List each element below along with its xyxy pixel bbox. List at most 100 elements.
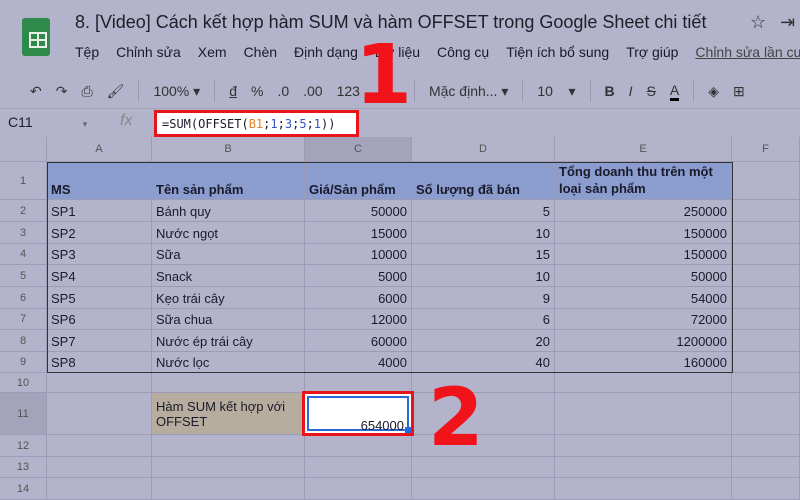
empty-cell[interactable] xyxy=(732,393,800,435)
strikethrough-button[interactable]: S xyxy=(647,83,656,99)
print-icon[interactable]: ⎙ xyxy=(81,83,92,100)
undo-icon[interactable]: ↶ xyxy=(30,83,42,100)
empty-cell[interactable] xyxy=(305,373,412,393)
text-color-button[interactable]: A xyxy=(669,82,680,101)
empty-cell[interactable] xyxy=(47,435,152,457)
data-cell[interactable]: SP6 xyxy=(47,309,152,330)
row-header[interactable]: 12 xyxy=(0,435,47,457)
column-header[interactable]: E xyxy=(555,137,732,162)
google-sheets-logo-icon[interactable] xyxy=(22,18,50,56)
data-cell[interactable]: 150000 xyxy=(555,222,732,244)
data-cell[interactable]: 60000 xyxy=(305,330,412,352)
empty-cell[interactable] xyxy=(555,373,732,393)
data-cell[interactable]: 160000 xyxy=(555,352,732,373)
data-cell[interactable]: SP2 xyxy=(47,222,152,244)
empty-cell[interactable] xyxy=(152,457,305,478)
font-size-select[interactable]: 10 ▾ xyxy=(537,83,575,100)
menu-tools[interactable]: Công cụ xyxy=(437,44,489,60)
empty-cell[interactable] xyxy=(555,435,732,457)
column-header[interactable]: B xyxy=(152,137,305,162)
row-header[interactable]: 13 xyxy=(0,457,47,478)
redo-icon[interactable]: ↷ xyxy=(56,83,68,100)
data-cell[interactable]: SP7 xyxy=(47,330,152,352)
row-header[interactable]: 11 xyxy=(0,393,47,435)
row-header[interactable]: 2 xyxy=(0,200,47,222)
header-cell[interactable]: Tên sản phẩm xyxy=(152,162,305,200)
data-cell[interactable]: Nước lọc xyxy=(152,352,305,373)
empty-cell[interactable] xyxy=(47,478,152,500)
menu-format[interactable]: Định dạng xyxy=(294,44,358,60)
data-cell[interactable]: 1200000 xyxy=(555,330,732,352)
data-cell[interactable]: 4000 xyxy=(305,352,412,373)
empty-cell[interactable] xyxy=(732,435,800,457)
zoom-select[interactable]: 100% ▾ xyxy=(153,83,200,100)
empty-cell[interactable] xyxy=(555,457,732,478)
data-cell[interactable]: Snack xyxy=(152,265,305,287)
empty-cell[interactable] xyxy=(305,435,412,457)
row-header[interactable]: 14 xyxy=(0,478,47,500)
column-header[interactable]: F xyxy=(732,137,800,162)
data-cell[interactable]: 20 xyxy=(412,330,555,352)
decrease-decimal-button[interactable]: .0 xyxy=(277,83,289,99)
empty-cell[interactable] xyxy=(152,435,305,457)
row-header[interactable]: 9 xyxy=(0,352,47,373)
data-cell[interactable]: 9 xyxy=(412,287,555,309)
data-cell[interactable]: 15000 xyxy=(305,222,412,244)
empty-cell[interactable] xyxy=(412,478,555,500)
data-cell[interactable]: Kẹo trái cây xyxy=(152,287,305,309)
data-cell[interactable]: 150000 xyxy=(555,244,732,265)
data-cell[interactable]: 5000 xyxy=(305,265,412,287)
empty-cell[interactable] xyxy=(47,373,152,393)
empty-cell[interactable] xyxy=(47,393,152,435)
empty-cell[interactable] xyxy=(732,244,800,265)
borders-icon[interactable]: ⊞ xyxy=(733,83,745,100)
italic-button[interactable]: I xyxy=(629,83,633,99)
paint-format-icon[interactable]: 🖌 xyxy=(107,83,125,100)
header-cell[interactable]: Tổng doanh thu trên một loại sản phẩm xyxy=(555,162,732,200)
data-cell[interactable]: 10 xyxy=(412,265,555,287)
empty-cell[interactable] xyxy=(305,478,412,500)
data-cell[interactable]: 50000 xyxy=(555,265,732,287)
formula-input[interactable]: =SUM(OFFSET(B1;1;3;5;1)) xyxy=(154,110,359,137)
data-cell[interactable]: 72000 xyxy=(555,309,732,330)
empty-cell[interactable] xyxy=(47,457,152,478)
percent-button[interactable]: % xyxy=(251,83,263,99)
star-icon[interactable]: ☆ xyxy=(750,12,766,33)
menu-addons[interactable]: Tiện ích bổ sung xyxy=(506,44,609,60)
empty-cell[interactable] xyxy=(152,478,305,500)
data-cell[interactable]: 10000 xyxy=(305,244,412,265)
empty-cell[interactable] xyxy=(152,373,305,393)
row-header[interactable]: 6 xyxy=(0,287,47,309)
select-all-corner[interactable] xyxy=(0,137,47,162)
name-box[interactable]: C11 ▾ xyxy=(8,114,87,130)
data-cell[interactable]: SP4 xyxy=(47,265,152,287)
column-header[interactable]: D xyxy=(412,137,555,162)
menu-help[interactable]: Trợ giúp xyxy=(626,44,678,60)
empty-cell[interactable] xyxy=(732,287,800,309)
result-label-cell[interactable]: Hàm SUM kết hợp với OFFSET xyxy=(152,393,305,435)
last-edit-link[interactable]: Chỉnh sửa lần cuối xyxy=(695,44,800,60)
font-select[interactable]: Mặc định... ▾ xyxy=(429,83,508,100)
data-cell[interactable]: SP8 xyxy=(47,352,152,373)
menu-file[interactable]: Tệp xyxy=(75,44,99,60)
data-cell[interactable]: 40 xyxy=(412,352,555,373)
row-header[interactable]: 5 xyxy=(0,265,47,287)
data-cell[interactable]: 10 xyxy=(412,222,555,244)
empty-cell[interactable] xyxy=(732,373,800,393)
empty-cell[interactable] xyxy=(732,265,800,287)
fill-handle[interactable] xyxy=(405,427,411,433)
data-cell[interactable]: 6000 xyxy=(305,287,412,309)
row-header[interactable]: 1 xyxy=(0,162,47,200)
menu-edit[interactable]: Chỉnh sửa xyxy=(116,44,181,60)
empty-cell[interactable] xyxy=(732,330,800,352)
empty-cell[interactable] xyxy=(732,352,800,373)
data-cell[interactable]: 50000 xyxy=(305,200,412,222)
row-header[interactable]: 8 xyxy=(0,330,47,352)
data-cell[interactable]: Nước ép trái cây xyxy=(152,330,305,352)
data-cell[interactable]: 5 xyxy=(412,200,555,222)
header-cell[interactable]: Giá/Sản phẩm xyxy=(305,162,412,200)
empty-cell[interactable] xyxy=(555,393,732,435)
row-header[interactable]: 3 xyxy=(0,222,47,244)
currency-button[interactable]: đ xyxy=(229,83,237,99)
row-header[interactable]: 7 xyxy=(0,309,47,330)
